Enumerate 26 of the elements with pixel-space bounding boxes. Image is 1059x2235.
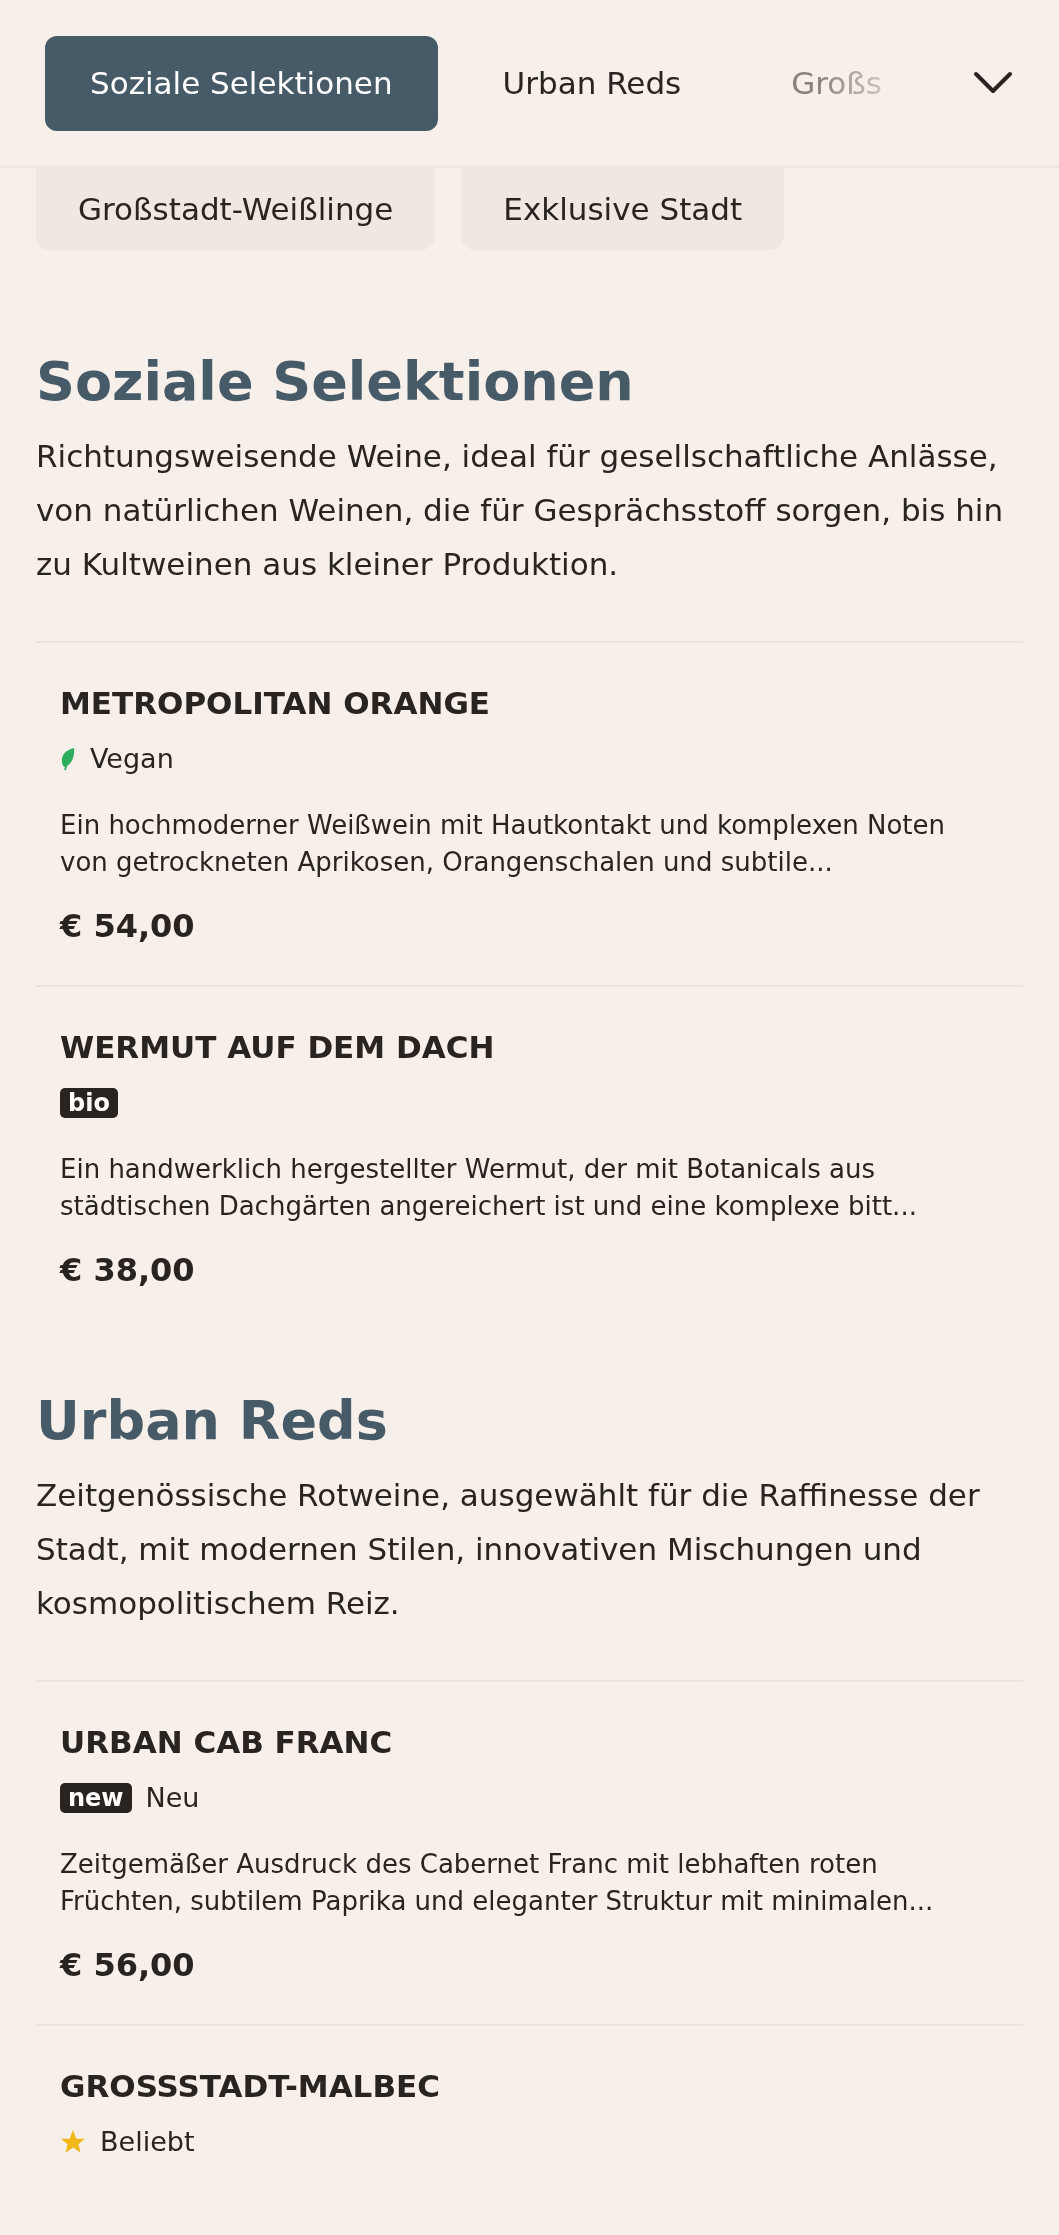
section-description: Richtungsweisende Weine, ideal für gesellschaftliche Anlässe, von natürlichen Weinen, die für Gesprächsstoff sorgen, bis hin zu Kultweinen aus kleiner Produktion. <box>36 436 1005 584</box>
wine-price: € 38,00 <box>60 1249 196 1291</box>
tag-badge: bio <box>60 1087 118 1118</box>
star-icon <box>60 2128 86 2155</box>
section-heading: Urban Reds <box>36 1388 389 1454</box>
category-tab[interactable]: Exklusive Stadt <box>461 168 785 250</box>
tag-label: Vegan <box>90 743 174 775</box>
tag-badge: new <box>60 1782 132 1813</box>
wine-name: WERMUT AUF DEM DACH <box>60 1027 496 1067</box>
wine-name: GROSSSTADT-MALBEC <box>60 2066 441 2106</box>
wine-price: € 56,00 <box>60 1944 196 1986</box>
leaf-icon <box>60 746 76 771</box>
tag-label: Neu <box>145 1782 200 1814</box>
category-tab[interactable]: Großstadt-Weißlinge <box>36 168 436 250</box>
wine-description: Ein handwerklich hergestellter Wermut, der mit Botanicals aus städtischen Dachgärten angereichert ist und eine komplexe bitt... <box>60 1152 918 1223</box>
chevron-down-icon[interactable] <box>972 71 1014 95</box>
wine-description: Ein hochmoderner Weißwein mit Hautkontakt und komplexen Noten von getrockneten Aprikosen, Orangenschalen und subtile... <box>60 808 946 879</box>
wine-price: € 54,00 <box>60 905 196 947</box>
section-description: Zeitgenössische Rotweine, ausgewählt für die Raffinesse der Stadt, mit modernen Stilen, innovativen Mischungen und kosmopolitischem Reiz. <box>36 1475 981 1623</box>
tag-label: Beliebt <box>100 2126 195 2158</box>
wine-name: URBAN CAB FRANC <box>60 1722 394 1762</box>
category-tab[interactable]: Soziale Selektionen <box>45 35 438 131</box>
category-tab[interactable]: Urban Reds <box>457 35 727 131</box>
wine-name: METROPOLITAN ORANGE <box>60 683 491 723</box>
section-heading: Soziale Selektionen <box>36 350 635 415</box>
wine-description: Zeitgemäßer Ausdruck des Cabernet Franc mit lebhaften roten Früchten, subtilem Paprika und eleganter Struktur mit minimalen... <box>60 1847 935 1918</box>
